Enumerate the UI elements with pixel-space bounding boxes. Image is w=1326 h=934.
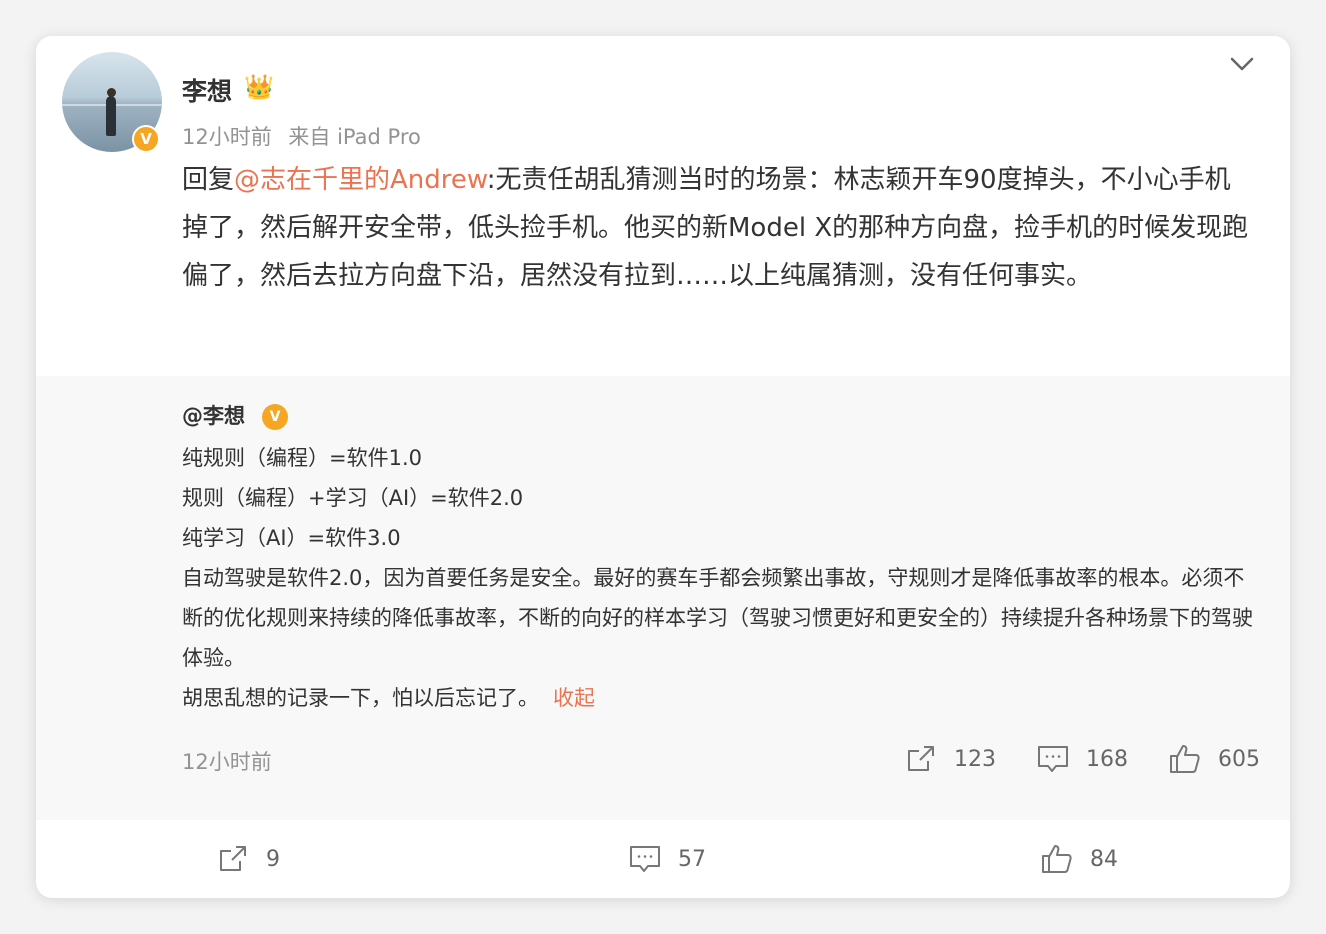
repost-line: 自动驾驶是软件2.0，因为首要任务是安全。最好的赛车手都会频繁出事故，守规则才是… bbox=[182, 566, 1253, 670]
post-footer: 9 57 84 bbox=[36, 820, 1290, 898]
repost-line: 纯学习（AI）=软件3.0 bbox=[182, 526, 401, 550]
post-text: 回复@志在千里的Andrew:无责任胡乱猜测当时的场景：林志颖开车90度掉头，不… bbox=[182, 156, 1252, 300]
reply-prefix: 回复 bbox=[182, 165, 235, 195]
thumbs-up-icon bbox=[1170, 745, 1200, 773]
repost-line: 胡思乱想的记录一下，怕以后忘记了。 bbox=[182, 686, 539, 710]
repost-box[interactable]: @李想 V 纯规则（编程）=软件1.0 规则（编程）+学习（AI）=软件2.0 … bbox=[36, 376, 1290, 820]
weibo-post-card: V 李想 👑 12小时前 来自 iPad Pro 回复@志在千里的Andrew:… bbox=[36, 36, 1290, 898]
comment-icon bbox=[630, 846, 660, 872]
like-button[interactable]: 84 bbox=[817, 820, 1290, 898]
collapse-link[interactable]: 收起 bbox=[553, 686, 595, 710]
comment-icon bbox=[1038, 746, 1068, 772]
comment-count: 168 bbox=[1086, 746, 1128, 772]
repost-line-last: 胡思乱想的记录一下，怕以后忘记了。 收起 bbox=[182, 678, 1262, 718]
repost-text: 纯规则（编程）=软件1.0 规则（编程）+学习（AI）=软件2.0 纯学习（AI… bbox=[182, 438, 1262, 718]
crown-icon[interactable]: 👑 bbox=[244, 72, 274, 102]
avatar-figure bbox=[106, 96, 116, 136]
share-button[interactable]: 9 bbox=[36, 820, 517, 898]
repost-line: 纯规则（编程）=软件1.0 bbox=[182, 446, 422, 470]
repost-author[interactable]: @李想 bbox=[182, 400, 245, 430]
share-count: 123 bbox=[954, 746, 996, 772]
mention-link[interactable]: @志在千里的Andrew bbox=[234, 165, 487, 195]
comment-count: 57 bbox=[678, 846, 706, 872]
post-meta: 12小时前 来自 iPad Pro bbox=[182, 121, 421, 151]
like-count: 84 bbox=[1090, 846, 1119, 872]
share-count: 9 bbox=[266, 846, 280, 872]
post-source: 来自 iPad Pro bbox=[288, 125, 421, 149]
username[interactable]: 李想 bbox=[182, 72, 232, 108]
repost-share-button[interactable]: 123 bbox=[904, 742, 996, 776]
repost-time[interactable]: 12小时前 bbox=[182, 746, 272, 776]
repost-actions: 123 168 605 bbox=[904, 742, 1260, 776]
post-time[interactable]: 12小时前 bbox=[182, 125, 272, 149]
share-icon bbox=[908, 746, 934, 771]
v-badge-icon: V bbox=[262, 404, 288, 430]
like-count: 605 bbox=[1218, 746, 1260, 772]
chevron-down-icon[interactable] bbox=[1228, 50, 1256, 78]
repost-line: 规则（编程）+学习（AI）=软件2.0 bbox=[182, 486, 524, 510]
verified-icon: V bbox=[132, 125, 160, 153]
comment-button[interactable]: 57 bbox=[517, 820, 818, 898]
repost-like-button[interactable]: 605 bbox=[1168, 742, 1260, 776]
share-icon bbox=[220, 846, 246, 871]
repost-comment-button[interactable]: 168 bbox=[1036, 742, 1128, 776]
thumbs-up-icon bbox=[1042, 845, 1072, 873]
